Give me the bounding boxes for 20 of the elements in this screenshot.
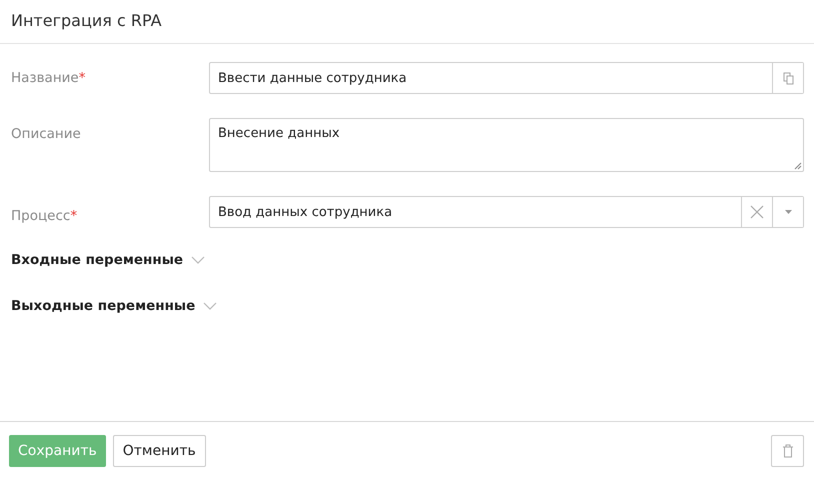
description-field[interactable]: Внесение данных <box>210 119 803 171</box>
field-label: Процесс* <box>11 207 78 226</box>
process-select[interactable]: Ввод данных сотрудника <box>210 197 741 227</box>
cancel-button[interactable]: Отменить <box>112 434 206 466</box>
process-select[interactable]: Ввод данных сотрудника <box>209 196 804 228</box>
delete-button[interactable] <box>771 434 804 466</box>
copy-button[interactable] <box>772 63 803 93</box>
trash-icon <box>782 444 794 458</box>
section-title[interactable]: Выходные переменные <box>11 298 196 314</box>
close-icon <box>750 205 764 219</box>
chevron-icon[interactable] <box>203 301 218 311</box>
dropdown-button[interactable] <box>772 197 803 227</box>
window-title: Интеграция с RPA <box>11 10 163 32</box>
field-label: Название* <box>11 69 86 88</box>
resize-handle-icon <box>794 162 802 170</box>
field-label: Описание <box>11 125 82 144</box>
caret-icon <box>784 210 792 214</box>
copy-icon <box>782 72 794 84</box>
chevron-icon[interactable] <box>191 255 206 265</box>
section-title[interactable]: Входные переменные <box>11 252 184 268</box>
